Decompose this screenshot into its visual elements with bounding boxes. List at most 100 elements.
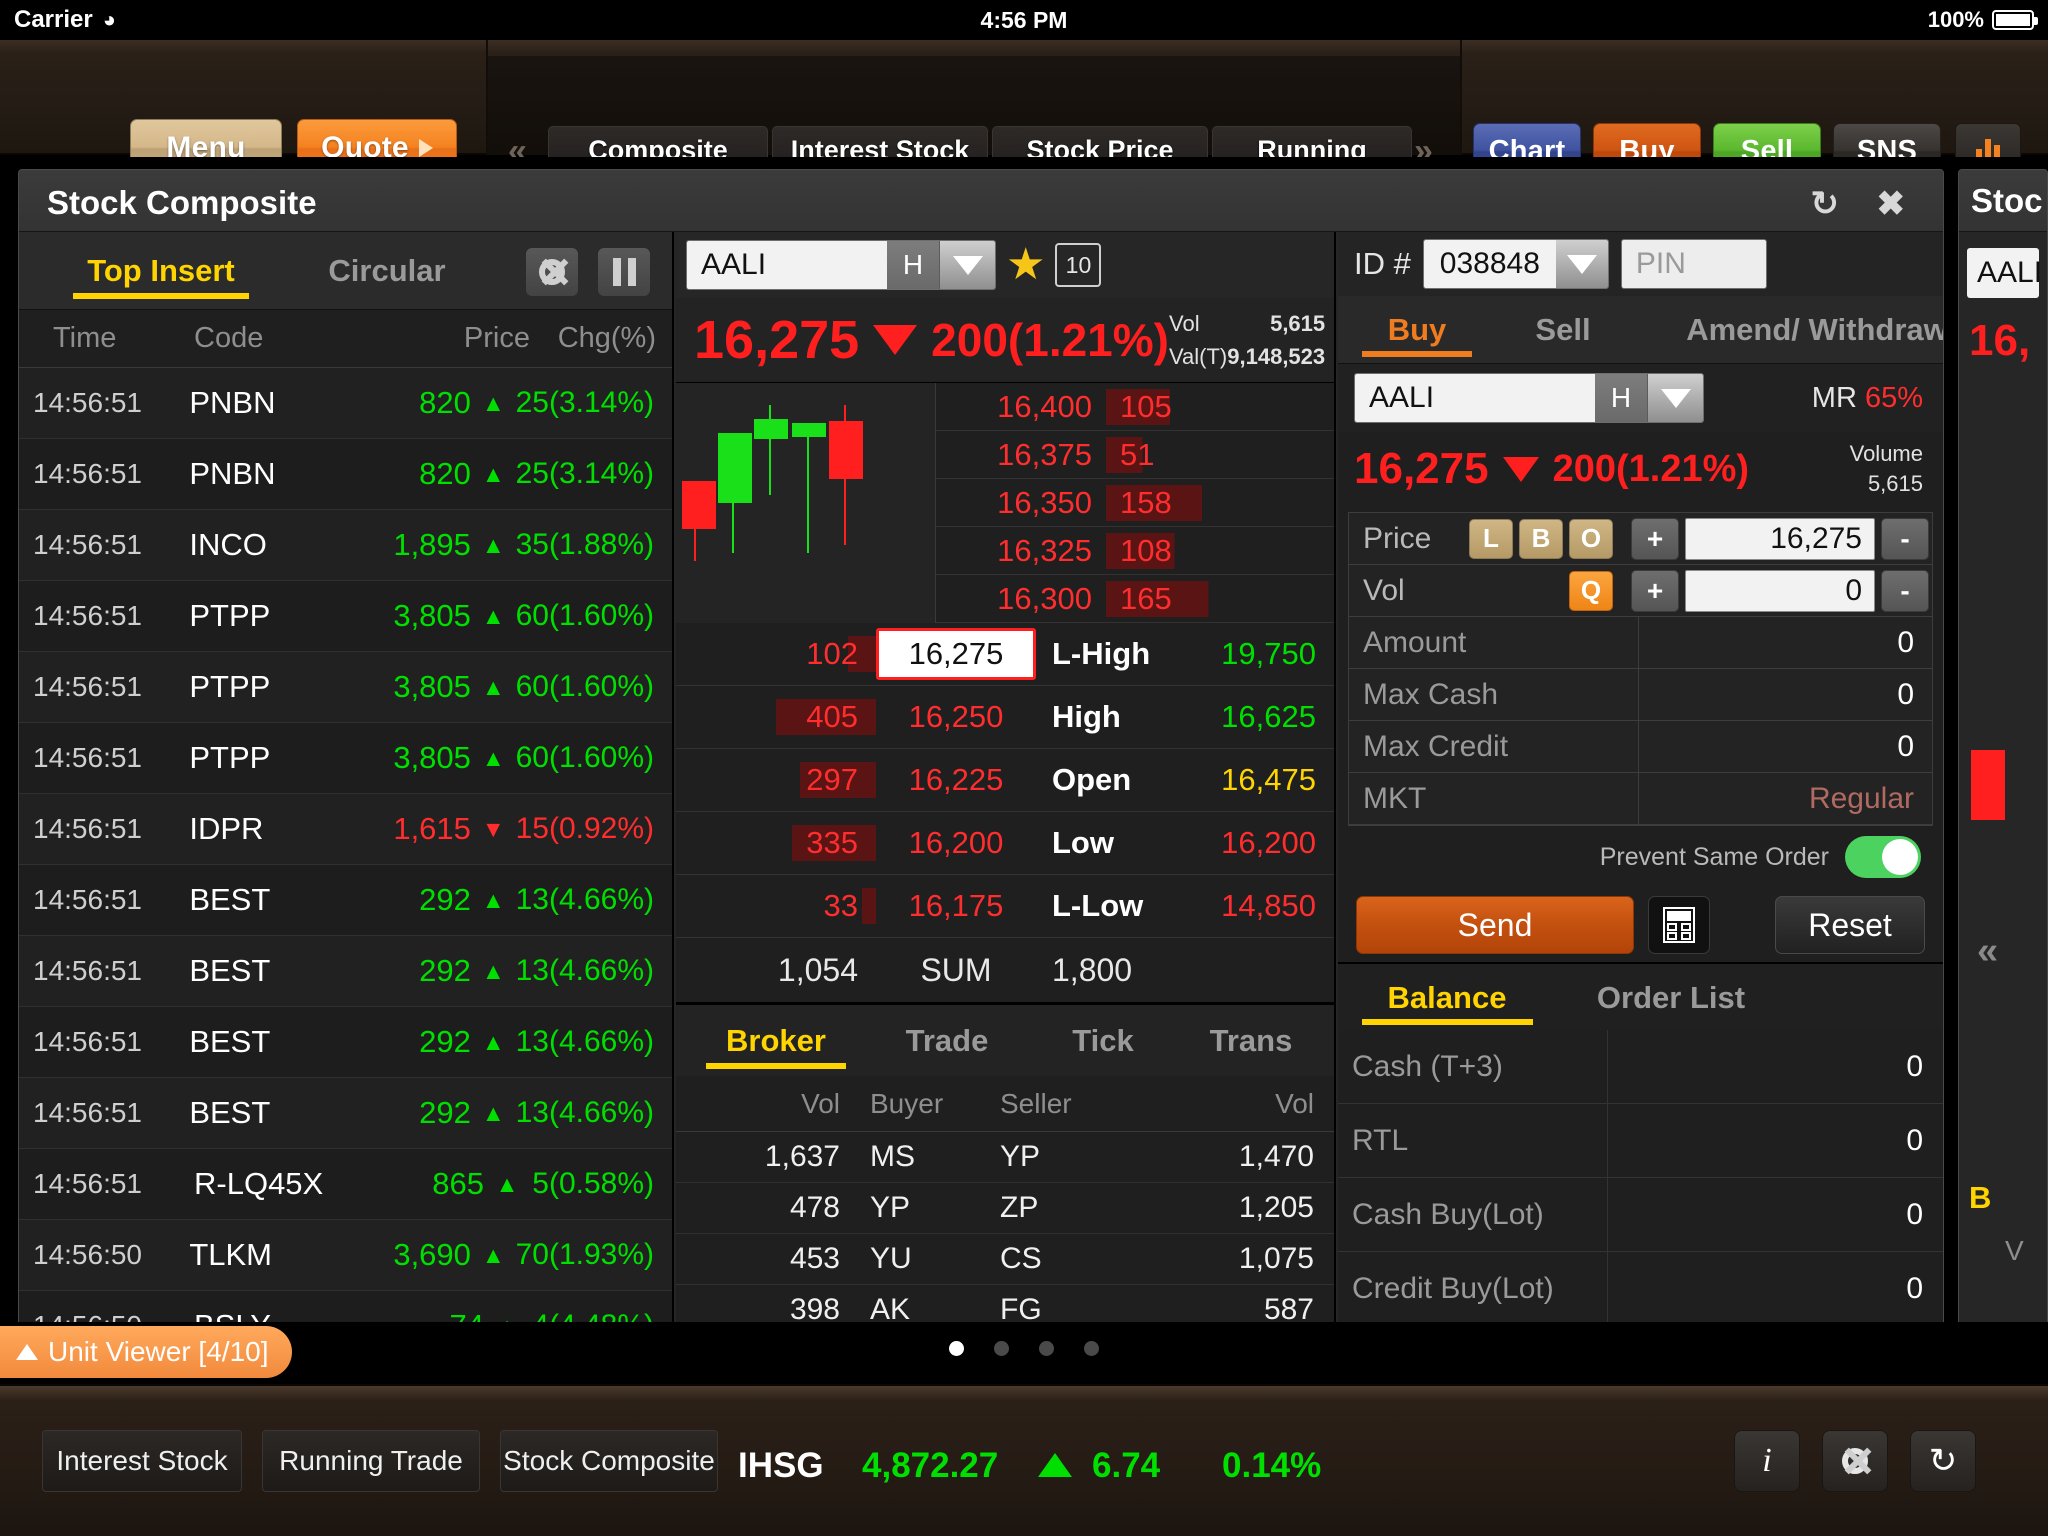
ladder-row[interactable]: 297 16,225 Open 16,475: [676, 749, 1334, 812]
order-symbol-board-label[interactable]: H: [1595, 374, 1647, 422]
price-increment-button[interactable]: +: [1631, 517, 1679, 560]
price-decrement-button[interactable]: -: [1881, 517, 1929, 560]
ladder-row[interactable]: 405 16,250 High 16,625: [676, 686, 1334, 749]
table-row[interactable]: 14:56:51 PNBN 820 ▲ 25(3.14%): [19, 368, 672, 439]
table-row[interactable]: 14:56:51 PTPP 3,805 ▲ 60(1.60%): [19, 581, 672, 652]
toolbar-divider-2: [1460, 40, 1462, 155]
bottom-button-interest-stock[interactable]: Interest Stock: [42, 1430, 242, 1492]
pause-icon[interactable]: [597, 247, 651, 297]
refresh-icon[interactable]: ↻: [1910, 1430, 1976, 1492]
prevent-same-order-toggle[interactable]: [1845, 836, 1921, 878]
page-dot[interactable]: [1084, 1341, 1099, 1356]
gear-icon[interactable]: [525, 247, 579, 297]
vol-increment-button[interactable]: +: [1631, 569, 1679, 612]
gear-icon[interactable]: [1822, 1430, 1888, 1492]
table-row[interactable]: 1,637 MS YP 1,470: [676, 1132, 1334, 1183]
clock-label: 4:56 PM: [980, 6, 1068, 33]
tab-buy[interactable]: Buy: [1352, 296, 1482, 364]
vol-key-q[interactable]: Q: [1569, 570, 1613, 611]
table-row[interactable]: 14:56:51 BEST 292 ▲ 13(4.66%): [19, 1078, 672, 1149]
price-input[interactable]: 16,275: [1685, 517, 1875, 560]
symbol-selector[interactable]: AALI H: [686, 240, 996, 290]
table-row[interactable]: 14:56:51 INCO 1,895 ▲ 35(1.88%): [19, 510, 672, 581]
tab-trade[interactable]: Trade: [872, 1005, 1022, 1077]
account-id-selector[interactable]: 038848: [1422, 239, 1609, 289]
secondary-broker-tab[interactable]: B: [1969, 1180, 1991, 1216]
account-id-value[interactable]: 038848: [1423, 240, 1556, 288]
ladder-price: 16,225: [908, 762, 1004, 797]
price-key-b[interactable]: B: [1519, 518, 1563, 559]
cell-price: 292: [419, 953, 471, 988]
tab-amend-withdraw[interactable]: Amend/ Withdraw: [1642, 296, 1943, 364]
reset-button[interactable]: Reset: [1775, 896, 1925, 954]
secondary-stock-panel[interactable]: Stoc AALI 16, « B V: [1958, 169, 2048, 1369]
send-button[interactable]: Send: [1356, 896, 1634, 954]
ten-box-icon[interactable]: 10: [1055, 243, 1102, 287]
table-row[interactable]: 14:56:51 PTPP 3,805 ▲ 60(1.60%): [19, 652, 672, 723]
chart-and-ladder: 16,400 105 16,375 51 16,350 158 16,325 108 16,30…: [676, 382, 1334, 623]
ladder-row[interactable]: 16,400 105: [936, 383, 1334, 431]
col-header-seller: Seller: [1000, 1087, 1072, 1119]
page-dot[interactable]: [1039, 1341, 1054, 1356]
chevron-double-left-icon[interactable]: «: [1977, 930, 1998, 973]
order-symbol-input[interactable]: AALI: [1355, 374, 1595, 422]
refresh-icon[interactable]: ↻: [1811, 184, 1840, 224]
ladder-row[interactable]: 33 16,175 L-Low 14,850: [676, 875, 1334, 938]
bid-ladder[interactable]: 102 16,275 L-High 19,750 405 16,250 High 16,625…: [676, 623, 1334, 938]
close-icon[interactable]: ✖: [1877, 184, 1906, 224]
symbol-input[interactable]: AALI: [687, 241, 887, 289]
tab-tick[interactable]: Tick: [1028, 1005, 1178, 1077]
secondary-symbol-input[interactable]: AALI: [1967, 248, 2042, 298]
vol-input[interactable]: 0: [1685, 569, 1875, 612]
chevron-down-icon[interactable]: [1647, 374, 1703, 422]
page-dot[interactable]: [994, 1341, 1009, 1356]
ladder-row[interactable]: 335 16,200 Low 16,200: [676, 812, 1334, 875]
table-row[interactable]: 453 YU CS 1,075: [676, 1234, 1334, 1285]
ladder-row[interactable]: 16,300 165: [936, 575, 1334, 623]
balance-value: 0: [1906, 1049, 1923, 1083]
order-symbol-selector[interactable]: AALI H: [1354, 373, 1704, 423]
page-indicator[interactable]: [0, 1341, 2048, 1356]
cell-buy-vol: 1,637: [764, 1140, 840, 1173]
price-key-o[interactable]: O: [1569, 518, 1613, 559]
ladder-row[interactable]: 102 16,275 L-High 19,750: [676, 623, 1334, 686]
pin-input[interactable]: PIN: [1620, 239, 1767, 289]
calculator-icon[interactable]: [1648, 896, 1710, 954]
star-icon[interactable]: ★: [1006, 243, 1045, 287]
table-row[interactable]: 478 YP ZP 1,205: [676, 1183, 1334, 1234]
tab-top-insert[interactable]: Top Insert: [45, 232, 277, 310]
direction-arrow-icon: ▲: [481, 957, 505, 984]
ladder-row[interactable]: 16,375 51: [936, 431, 1334, 479]
ladder-row[interactable]: 16,350 158: [936, 479, 1334, 527]
table-row[interactable]: 14:56:51 PTPP 3,805 ▲ 60(1.60%): [19, 723, 672, 794]
mini-candlestick-chart[interactable]: [676, 383, 936, 623]
tab-trans[interactable]: Trans: [1176, 1005, 1326, 1077]
symbol-board-label[interactable]: H: [887, 241, 939, 289]
page-dot[interactable]: [949, 1341, 964, 1356]
table-row[interactable]: 14:56:51 BEST 292 ▲ 13(4.66%): [19, 865, 672, 936]
tab-broker[interactable]: Broker: [696, 1005, 856, 1077]
tab-sell[interactable]: Sell: [1498, 296, 1628, 364]
tab-balance[interactable]: Balance: [1352, 964, 1542, 1032]
info-icon[interactable]: i: [1734, 1430, 1800, 1492]
running-trade-list[interactable]: 14:56:51 PNBN 820 ▲ 25(3.14%) 14:56:51 PNBN 820…: [19, 368, 672, 1362]
table-row[interactable]: 14:56:51 R-LQ45X 865 ▲ 5(0.58%): [19, 1149, 672, 1220]
price-key-l[interactable]: L: [1469, 518, 1513, 559]
ladder-row[interactable]: 16,325 108: [936, 527, 1334, 575]
table-row[interactable]: 14:56:51 BEST 292 ▲ 13(4.66%): [19, 1007, 672, 1078]
table-row[interactable]: 14:56:51 IDPR 1,615 ▼ 15(0.92%): [19, 794, 672, 865]
vol-decrement-button[interactable]: -: [1881, 569, 1929, 612]
table-row[interactable]: 14:56:51 BEST 292 ▲ 13(4.66%): [19, 936, 672, 1007]
tab-order-list[interactable]: Order List: [1556, 964, 1786, 1032]
direction-arrow-icon: ▲: [495, 1170, 519, 1197]
chevron-down-icon[interactable]: [1555, 240, 1608, 288]
quote-price-line: 16,275 200(1.21%) Vol 5,615 Val(T) 9,148,5…: [676, 298, 1334, 382]
chevron-down-icon[interactable]: [939, 241, 995, 289]
ladder-stat-value: 16,625: [1221, 699, 1316, 734]
bottom-button-running-trade[interactable]: Running Trade: [262, 1430, 480, 1492]
tab-circular[interactable]: Circular: [289, 232, 485, 310]
table-row[interactable]: 14:56:51 PNBN 820 ▲ 25(3.14%): [19, 439, 672, 510]
table-row[interactable]: 14:56:50 TLKM 3,690 ▲ 70(1.93%): [19, 1220, 672, 1291]
bottom-button-stock-composite[interactable]: Stock Composite: [500, 1430, 718, 1492]
offer-ladder[interactable]: 16,400 105 16,375 51 16,350 158 16,325 108 16,30…: [936, 383, 1334, 623]
